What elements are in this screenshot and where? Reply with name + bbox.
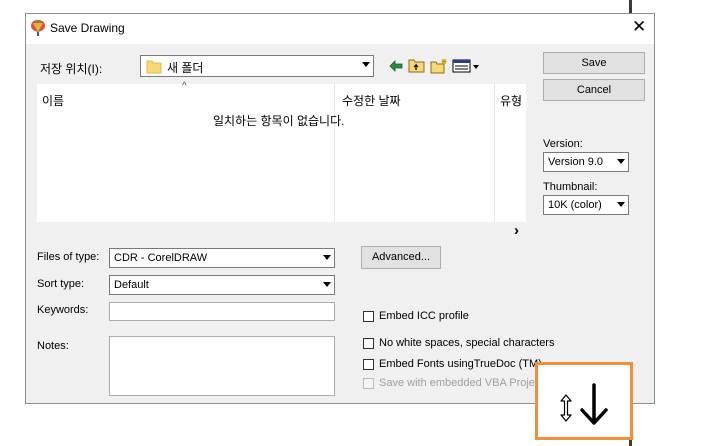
save-button[interactable]: Save — [543, 52, 645, 74]
version-value: Version 9.0 — [548, 156, 604, 168]
column-divider — [494, 84, 495, 222]
files-of-type-label: Files of type: — [37, 251, 100, 263]
notes-label: Notes: — [37, 340, 69, 352]
column-header-type[interactable]: 유형 — [500, 92, 522, 109]
window-title: Save Drawing — [50, 21, 125, 35]
back-arrow-icon — [388, 59, 402, 72]
no-white-spaces-checkbox[interactable] — [363, 338, 374, 349]
coreldraw-logo-icon — [31, 20, 45, 36]
sort-indicator-icon: ^ — [182, 81, 187, 92]
embed-fonts-truedoc-label: Embed Fonts usingTrueDoc (TM) — [379, 358, 542, 370]
column-divider — [334, 84, 335, 222]
empty-list-message: 일치하는 항목이 없습니다. — [213, 114, 345, 128]
back-button[interactable] — [386, 56, 405, 75]
chevron-down-icon — [323, 255, 331, 260]
folder-icon — [146, 60, 162, 74]
up-folder-icon — [408, 59, 425, 73]
cancel-button[interactable]: Cancel — [543, 79, 645, 101]
embed-fonts-truedoc-checkbox[interactable] — [363, 359, 374, 370]
files-of-type-value: CDR - CorelDRAW — [114, 252, 208, 264]
notes-textarea[interactable] — [109, 336, 335, 396]
embed-icc-profile-label: Embed ICC profile — [379, 310, 469, 322]
version-combo[interactable]: Version 9.0 — [543, 152, 629, 172]
location-folder-name: 새 폴더 — [167, 61, 204, 75]
chevron-down-icon — [617, 159, 625, 164]
no-white-spaces-label: No white spaces, special characters — [379, 337, 555, 349]
chevron-down-icon — [323, 282, 331, 287]
location-label: 저장 위치(I): — [40, 62, 103, 76]
embed-icc-profile-checkbox[interactable] — [363, 311, 374, 322]
view-menu-icon — [452, 59, 479, 72]
thumbnail-combo[interactable]: 10K (color) — [543, 195, 629, 215]
new-folder-button[interactable] — [429, 56, 448, 75]
files-of-type-combo[interactable]: CDR - CorelDRAW — [109, 248, 335, 268]
close-icon[interactable]: ✕ — [632, 18, 646, 35]
down-arrow-icon — [580, 383, 608, 425]
save-with-vba-label: Save with embedded VBA Project — [379, 377, 544, 389]
sort-type-value: Default — [114, 279, 149, 291]
file-list[interactable]: ^ 이름 수정한 날짜 유형 일치하는 항목이 없습니다. — [37, 81, 526, 222]
save-with-vba-checkbox — [363, 378, 374, 389]
chevron-down-icon — [362, 62, 370, 67]
keywords-input[interactable] — [109, 302, 335, 321]
column-header-modified-date[interactable]: 수정한 날짜 — [342, 92, 401, 109]
version-label: Version: — [543, 138, 583, 150]
save-drawing-dialog: Save Drawing ✕ 저장 위치(I): 새 폴더 Save Cance… — [25, 13, 655, 404]
chevron-down-icon — [617, 202, 625, 207]
up-folder-button[interactable] — [407, 56, 426, 75]
advanced-button[interactable]: Advanced... — [361, 246, 441, 269]
resize-cursor-icon — [560, 394, 572, 422]
sort-type-combo[interactable]: Default — [109, 275, 335, 295]
thumbnail-label: Thumbnail: — [543, 181, 598, 193]
column-header-name[interactable]: 이름 — [42, 92, 64, 109]
sort-type-label: Sort type: — [37, 278, 85, 290]
thumbnail-value: 10K (color) — [548, 199, 602, 211]
title-bar[interactable]: Save Drawing ✕ — [26, 14, 654, 44]
view-menu-button[interactable] — [451, 56, 481, 75]
keywords-label: Keywords: — [37, 304, 89, 316]
horizontal-scroll-right[interactable]: › — [514, 222, 519, 239]
new-folder-icon — [430, 58, 446, 73]
location-combo[interactable]: 새 폴더 — [140, 55, 374, 77]
